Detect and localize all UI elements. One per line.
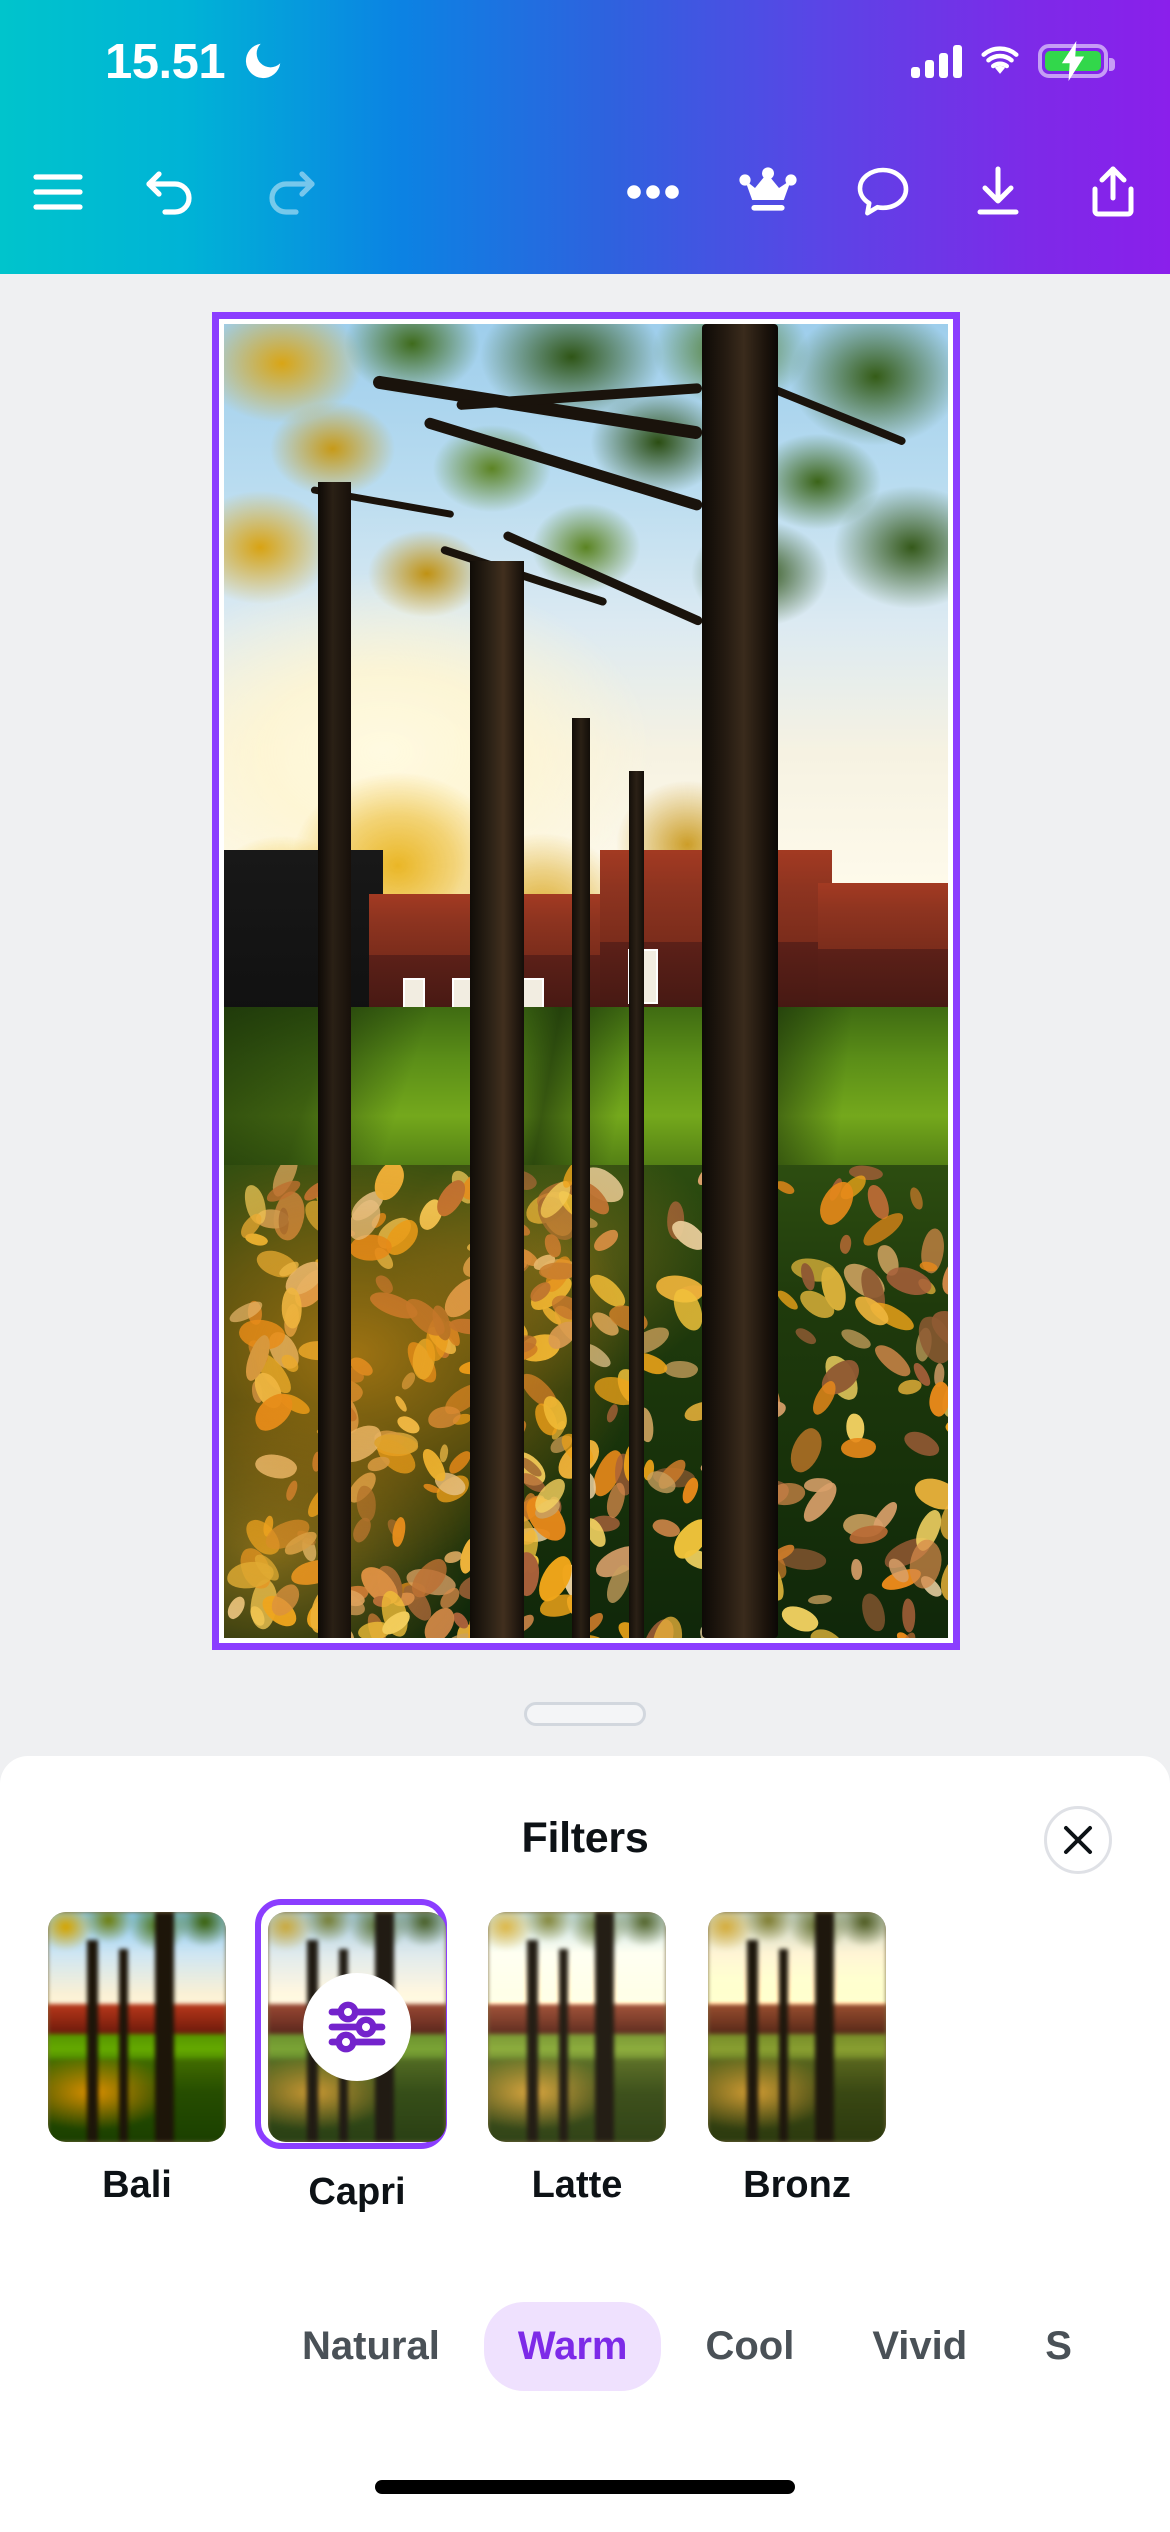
- filter-item-bali[interactable]: Bali: [48, 1912, 226, 2212]
- download-button[interactable]: [940, 135, 1055, 250]
- selected-photo-frame[interactable]: [212, 312, 960, 1650]
- wifi-icon: [981, 46, 1019, 74]
- filter-thumbnail: [268, 1912, 446, 2142]
- more-icon: [626, 185, 679, 199]
- photo-trunk-left: [318, 481, 351, 1638]
- status-time: 15.51: [105, 35, 226, 89]
- filter-thumb-wrap: [48, 1912, 226, 2142]
- battery-charging-icon: [1038, 41, 1115, 81]
- filter-item-bronz[interactable]: Bronz: [708, 1912, 886, 2212]
- filter-thumbnail: [488, 1912, 666, 2142]
- page-title: Filters: [521, 1814, 649, 1862]
- category-tab-vivid[interactable]: Vivid: [838, 2302, 1001, 2391]
- crown-icon: [738, 167, 797, 211]
- redo-button[interactable]: [230, 135, 345, 250]
- top-gradient-bar: 15.51: [0, 0, 1170, 274]
- premium-crown-button[interactable]: [710, 135, 825, 250]
- cellular-signal-icon: [911, 44, 962, 78]
- status-bar: 15.51: [0, 0, 1170, 110]
- filter-label: Bali: [102, 2164, 172, 2206]
- photo-trunk-mid: [470, 560, 525, 1638]
- filter-item-capri[interactable]: Capri: [255, 1899, 447, 2213]
- filter-preview-image: [708, 1912, 886, 2142]
- filter-thumb-wrap: [255, 1899, 447, 2149]
- filter-thumbnail-row[interactable]: Bali Capri Latte Bronz: [0, 1899, 1170, 2213]
- filters-panel-header: Filters: [0, 1756, 1170, 1918]
- menu-icon: [32, 174, 83, 210]
- filter-label: Latte: [531, 2164, 623, 2206]
- filter-thumb-wrap: [708, 1912, 886, 2142]
- redo-icon: [268, 171, 315, 215]
- undo-icon: [145, 171, 192, 215]
- filter-label: Bronz: [743, 2164, 851, 2206]
- app-root: 15.51 Filters Bali Capri Latte Bronz Nat…: [0, 0, 1170, 2532]
- comment-button[interactable]: [825, 135, 940, 250]
- sliders-icon[interactable]: [303, 1973, 411, 2081]
- filter-preview-image: [48, 1912, 226, 2142]
- share-button[interactable]: [1055, 135, 1170, 250]
- filter-thumb-wrap: [488, 1912, 666, 2142]
- filter-category-tabs[interactable]: Natural Warm Cool Vivid S: [0, 2286, 1170, 2406]
- photo-trunk-thin-2: [629, 770, 644, 1638]
- editor-toolbar: [0, 110, 1170, 274]
- close-button[interactable]: [1044, 1806, 1112, 1874]
- filter-thumbnail: [708, 1912, 886, 2142]
- menu-button[interactable]: [0, 135, 115, 250]
- filter-preview-image: [488, 1912, 666, 2142]
- photo-trunk-main: [701, 324, 778, 1638]
- comment-icon: [857, 167, 908, 216]
- canvas-area[interactable]: [0, 274, 1170, 1754]
- close-icon: [1064, 1826, 1092, 1854]
- download-icon: [977, 166, 1018, 215]
- status-icons: [911, 41, 1115, 81]
- filter-item-latte[interactable]: Latte: [488, 1912, 666, 2212]
- filter-thumbnail: [48, 1912, 226, 2142]
- more-options-button[interactable]: [595, 135, 710, 250]
- category-tab-warm[interactable]: Warm: [483, 2301, 662, 2391]
- share-icon: [1092, 166, 1133, 217]
- filter-label: Capri: [308, 2171, 406, 2213]
- undo-button[interactable]: [115, 135, 230, 250]
- category-tab-cool[interactable]: Cool: [671, 2302, 828, 2391]
- filters-panel: Filters Bali Capri Latte Bronz Natural Warm C…: [0, 1756, 1170, 2532]
- home-indicator: [375, 2480, 795, 2494]
- category-tab-s[interactable]: S: [1011, 2302, 1106, 2391]
- photo-trunk-thin-1: [571, 718, 591, 1638]
- category-tab-natural[interactable]: Natural: [268, 2302, 474, 2391]
- photo-image[interactable]: [224, 324, 948, 1638]
- moon-icon: [245, 43, 281, 79]
- sheet-drag-handle[interactable]: [524, 1702, 646, 1726]
